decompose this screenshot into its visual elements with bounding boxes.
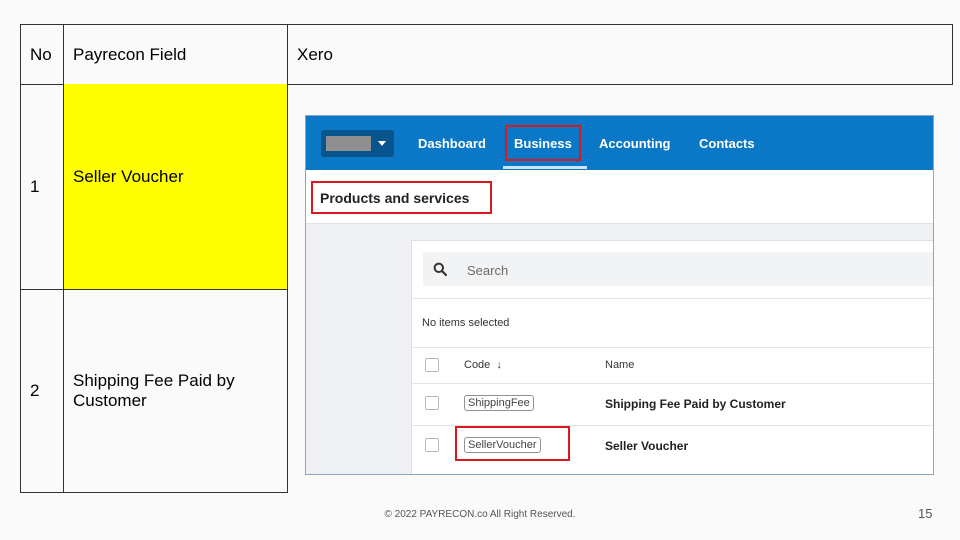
column-header-name[interactable]: Name (605, 359, 634, 371)
column-header-code[interactable]: Code ↓ (464, 359, 502, 371)
header-no-label: No (30, 44, 52, 64)
header-cell-no: No (20, 24, 64, 85)
header-cell-xero: Xero (287, 24, 953, 85)
row2-field: Shipping Fee Paid by Customer (73, 371, 235, 410)
active-tab-indicator (503, 166, 587, 169)
select-all-checkbox[interactable] (425, 358, 439, 372)
caret-down-icon (378, 141, 386, 146)
xero-top-nav: Dashboard Business Accounting Contacts (306, 116, 933, 170)
highlight-box-sellervoucher-code (455, 426, 570, 461)
row2-no-cell: 2 (20, 289, 64, 493)
search-divider (412, 298, 933, 299)
highlight-box-page-title (311, 181, 492, 214)
search-input[interactable] (465, 260, 769, 280)
search-icon (433, 262, 447, 276)
status-divider (412, 347, 933, 348)
organisation-menu-button[interactable] (321, 130, 394, 157)
row1-field: Seller Voucher (73, 166, 184, 186)
row1-no: 1 (30, 176, 40, 196)
item-code-shippingfee[interactable]: ShippingFee (464, 395, 534, 411)
page-number: 15 (918, 506, 933, 521)
nav-accounting[interactable]: Accounting (599, 136, 671, 151)
column-header-divider (412, 383, 933, 384)
selection-status: No items selected (422, 317, 510, 329)
item-name-shippingfee[interactable]: Shipping Fee Paid by Customer (605, 397, 786, 411)
row1-no-cell: 1 (20, 84, 64, 290)
row-checkbox-sellervoucher[interactable] (425, 438, 439, 452)
nav-contacts[interactable]: Contacts (699, 136, 755, 151)
xero-screenshot: Dashboard Business Accounting Contacts P… (305, 115, 934, 475)
highlight-box-business (505, 125, 581, 161)
header-field-label: Payrecon Field (73, 44, 187, 64)
search-bar[interactable] (423, 252, 933, 286)
row-checkbox-shippingfee[interactable] (425, 396, 439, 410)
row1-field-cell: Seller Voucher (63, 84, 288, 290)
row2-field-cell: Shipping Fee Paid by Customer (63, 289, 288, 493)
header-xero-label: Xero (297, 44, 333, 64)
column-code-label: Code (464, 359, 491, 371)
organisation-name-redacted (326, 136, 371, 151)
row2-no: 2 (30, 381, 40, 400)
nav-dashboard[interactable]: Dashboard (418, 136, 486, 151)
arrow-down-icon: ↓ (496, 359, 502, 371)
item-name-sellervoucher[interactable]: Seller Voucher (605, 439, 688, 453)
page-header: Products and services (306, 170, 933, 224)
header-cell-field: Payrecon Field (63, 24, 288, 85)
products-list-card: No items selected Code ↓ Name ShippingFe… (411, 240, 933, 474)
copyright-footer: © 2022 PAYRECON.co All Right Reserved. (384, 509, 576, 520)
